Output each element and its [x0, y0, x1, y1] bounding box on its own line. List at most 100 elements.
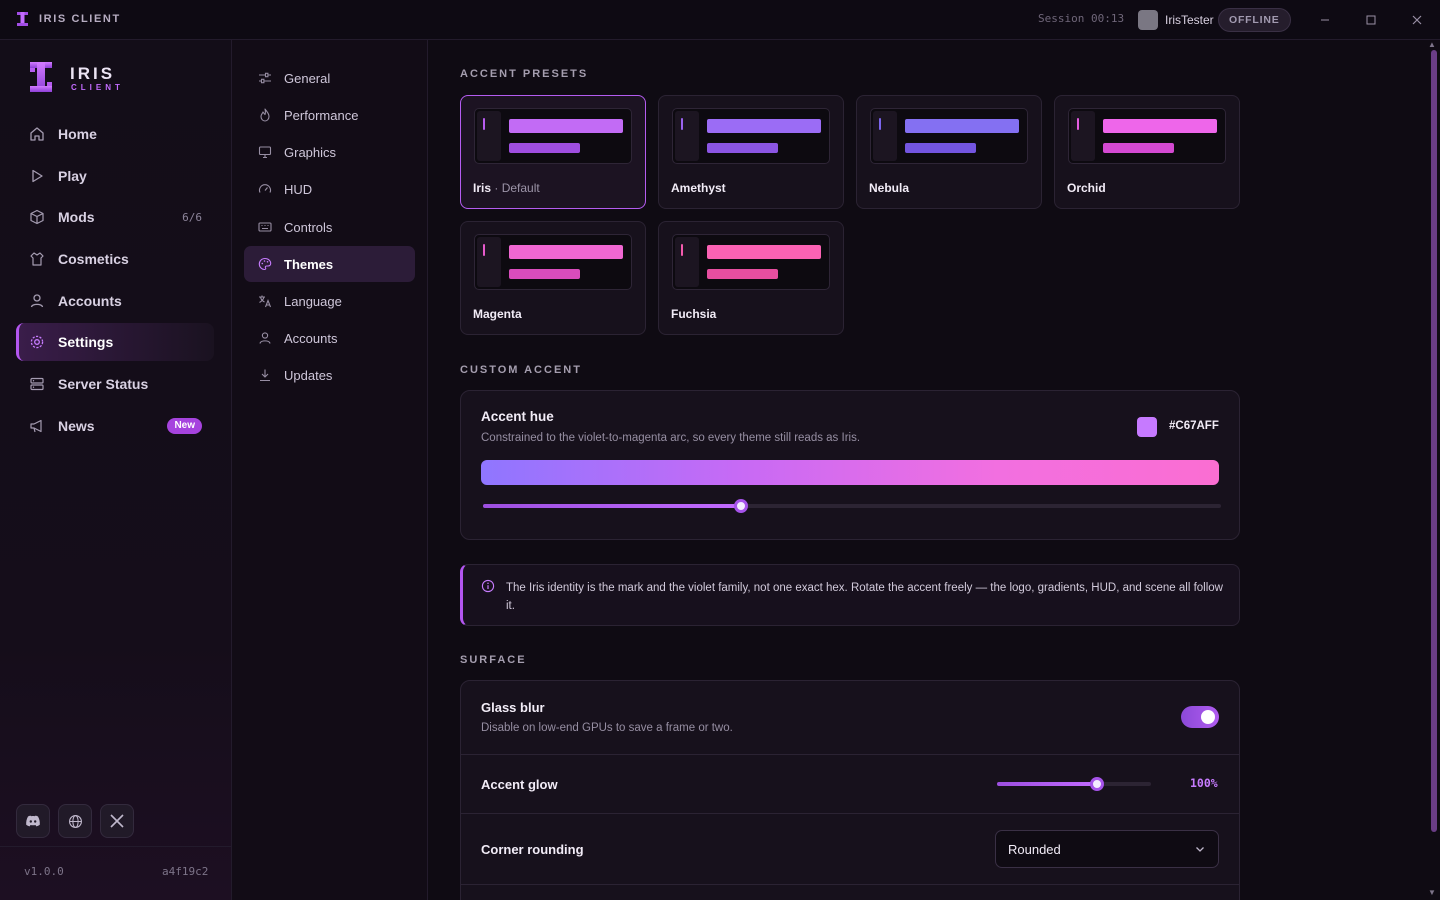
hue-slider-fill [483, 504, 742, 508]
play-icon [29, 168, 45, 184]
close-button[interactable] [1405, 8, 1429, 32]
preset-name: Nebula [869, 181, 910, 195]
settings-tab-graphics[interactable]: Graphics [244, 134, 415, 170]
surface-card: Glass blur Disable on low-end GPUs to sa… [460, 680, 1240, 900]
hue-gradient-bar[interactable] [481, 460, 1219, 485]
preset-card-amethyst[interactable]: Amethyst [658, 95, 844, 209]
settings-tab-label: Accounts [284, 330, 338, 346]
preset-name: Magenta [473, 307, 522, 321]
preset-card-nebula[interactable]: Nebula [856, 95, 1042, 209]
accent-hue-description: Constrained to the violet-to-magenta arc… [481, 432, 861, 444]
nav-home[interactable]: Home [16, 115, 214, 153]
glass-blur-title: Glass blur [481, 700, 545, 715]
settings-tab-hud[interactable]: HUD [244, 171, 415, 207]
close-icon [1412, 15, 1422, 25]
scroll-up-arrow[interactable]: ▲ [1428, 40, 1436, 49]
nav-settings[interactable]: Settings [16, 323, 214, 361]
section-title-custom-accent: CUSTOM ACCENT [460, 364, 582, 376]
accent-glow-slider-thumb[interactable] [1090, 777, 1105, 791]
themes-panel: ACCENT PRESETS Iris · Default Amethyst N… [428, 40, 1440, 900]
preset-name: Iris · Default [473, 181, 540, 195]
preset-card-fuchsia[interactable]: Fuchsia [658, 221, 844, 335]
info-note-text: The Iris identity is the mark and the vi… [506, 582, 1223, 612]
brand-logo-icon [30, 62, 52, 92]
app-title: IRIS CLIENT [39, 13, 121, 25]
maximize-button[interactable] [1359, 8, 1383, 32]
preset-card-orchid[interactable]: Orchid [1054, 95, 1240, 209]
settings-tab-label: Language [284, 293, 342, 309]
avatar[interactable] [1138, 10, 1158, 30]
version-label: v1.0.0 [24, 865, 64, 878]
nav-mods[interactable]: Mods 6/6 [16, 198, 214, 236]
preset-name: Fuchsia [671, 307, 717, 321]
corner-rounding-select[interactable]: Rounded [995, 830, 1219, 868]
monitor-icon [258, 145, 272, 159]
x-icon [110, 814, 124, 828]
nav-cosmetics[interactable]: Cosmetics [16, 240, 214, 278]
gear-icon [29, 334, 45, 350]
nav-accounts[interactable]: Accounts [16, 282, 214, 320]
section-title-accent-presets: ACCENT PRESETS [460, 68, 589, 80]
nav-label: Server Status [58, 376, 149, 392]
scrollbar-thumb[interactable] [1431, 50, 1437, 832]
nav-label: Accounts [58, 293, 122, 309]
setting-row-next [461, 884, 1239, 900]
sliders-icon [258, 71, 272, 85]
settings-tab-label: Themes [284, 256, 334, 272]
setting-row-accent-glow: Accent glow 100% [461, 754, 1239, 813]
hue-slider-track[interactable] [483, 504, 1221, 508]
shirt-icon [29, 251, 45, 267]
preset-card-iris[interactable]: Iris · Default [460, 95, 646, 209]
settings-tab-accounts[interactable]: Accounts [244, 320, 415, 356]
server-icon [29, 376, 45, 392]
settings-tab-general[interactable]: General [244, 60, 415, 96]
glass-blur-description: Disable on low-end GPUs to save a frame … [481, 722, 733, 734]
home-icon [29, 126, 45, 142]
iris-logo-icon [17, 12, 28, 26]
nav-label: Settings [58, 334, 114, 350]
preset-preview [672, 234, 830, 290]
main-sidebar: IRIS CLIENT Home Play Mods 6/6 Cosmetics… [0, 40, 232, 900]
status-badge: OFFLINE [1218, 8, 1291, 32]
minimize-button[interactable] [1313, 8, 1337, 32]
nav-label: News [58, 418, 95, 434]
website-button[interactable] [58, 804, 92, 838]
scroll-down-arrow[interactable]: ▼ [1428, 888, 1436, 897]
section-title-surface: SURFACE [460, 654, 527, 666]
accent-color-swatch[interactable] [1137, 417, 1157, 437]
accent-hex-value[interactable]: #C67AFF [1169, 420, 1219, 432]
settings-tab-updates[interactable]: Updates [244, 357, 415, 393]
hue-slider-thumb[interactable] [734, 499, 749, 513]
settings-tab-controls[interactable]: Controls [244, 209, 415, 245]
preset-preview [870, 108, 1028, 164]
user-icon [29, 293, 45, 309]
brand-name: IRIS [70, 64, 116, 83]
username[interactable]: IrisTester [1165, 13, 1214, 27]
session-timer: Session 00:13 [1038, 12, 1125, 25]
nav-label: Mods [58, 209, 95, 225]
accent-hue-card: Accent hue Constrained to the violet-to-… [460, 390, 1240, 540]
nav-play[interactable]: Play [16, 157, 214, 195]
maximize-icon [1366, 15, 1376, 25]
settings-tab-label: HUD [284, 181, 313, 197]
discord-button[interactable] [16, 804, 50, 838]
glass-blur-toggle[interactable] [1181, 706, 1219, 728]
preset-default-label: · Default [494, 181, 540, 195]
nav-label: Cosmetics [58, 251, 129, 267]
settings-tab-label: Performance [284, 107, 359, 123]
corner-rounding-title: Corner rounding [481, 842, 584, 857]
title-bar: IRIS CLIENT Session 00:13 IrisTester OFF… [0, 0, 1440, 40]
settings-tab-themes[interactable]: Themes [244, 246, 415, 282]
preset-card-magenta[interactable]: Magenta [460, 221, 646, 335]
chevron-down-icon [1196, 847, 1204, 852]
settings-tab-performance[interactable]: Performance [244, 97, 415, 133]
accent-glow-slider-track[interactable] [997, 782, 1151, 786]
x-social-button[interactable] [100, 804, 134, 838]
settings-tab-label: Controls [284, 219, 333, 235]
nav-server-status[interactable]: Server Status [16, 365, 214, 403]
nav-news[interactable]: News New [16, 407, 214, 445]
nav-label: Home [58, 126, 97, 142]
settings-tab-language[interactable]: Language [244, 283, 415, 319]
settings-tab-label: General [284, 70, 331, 86]
nav-label: Play [58, 168, 87, 184]
